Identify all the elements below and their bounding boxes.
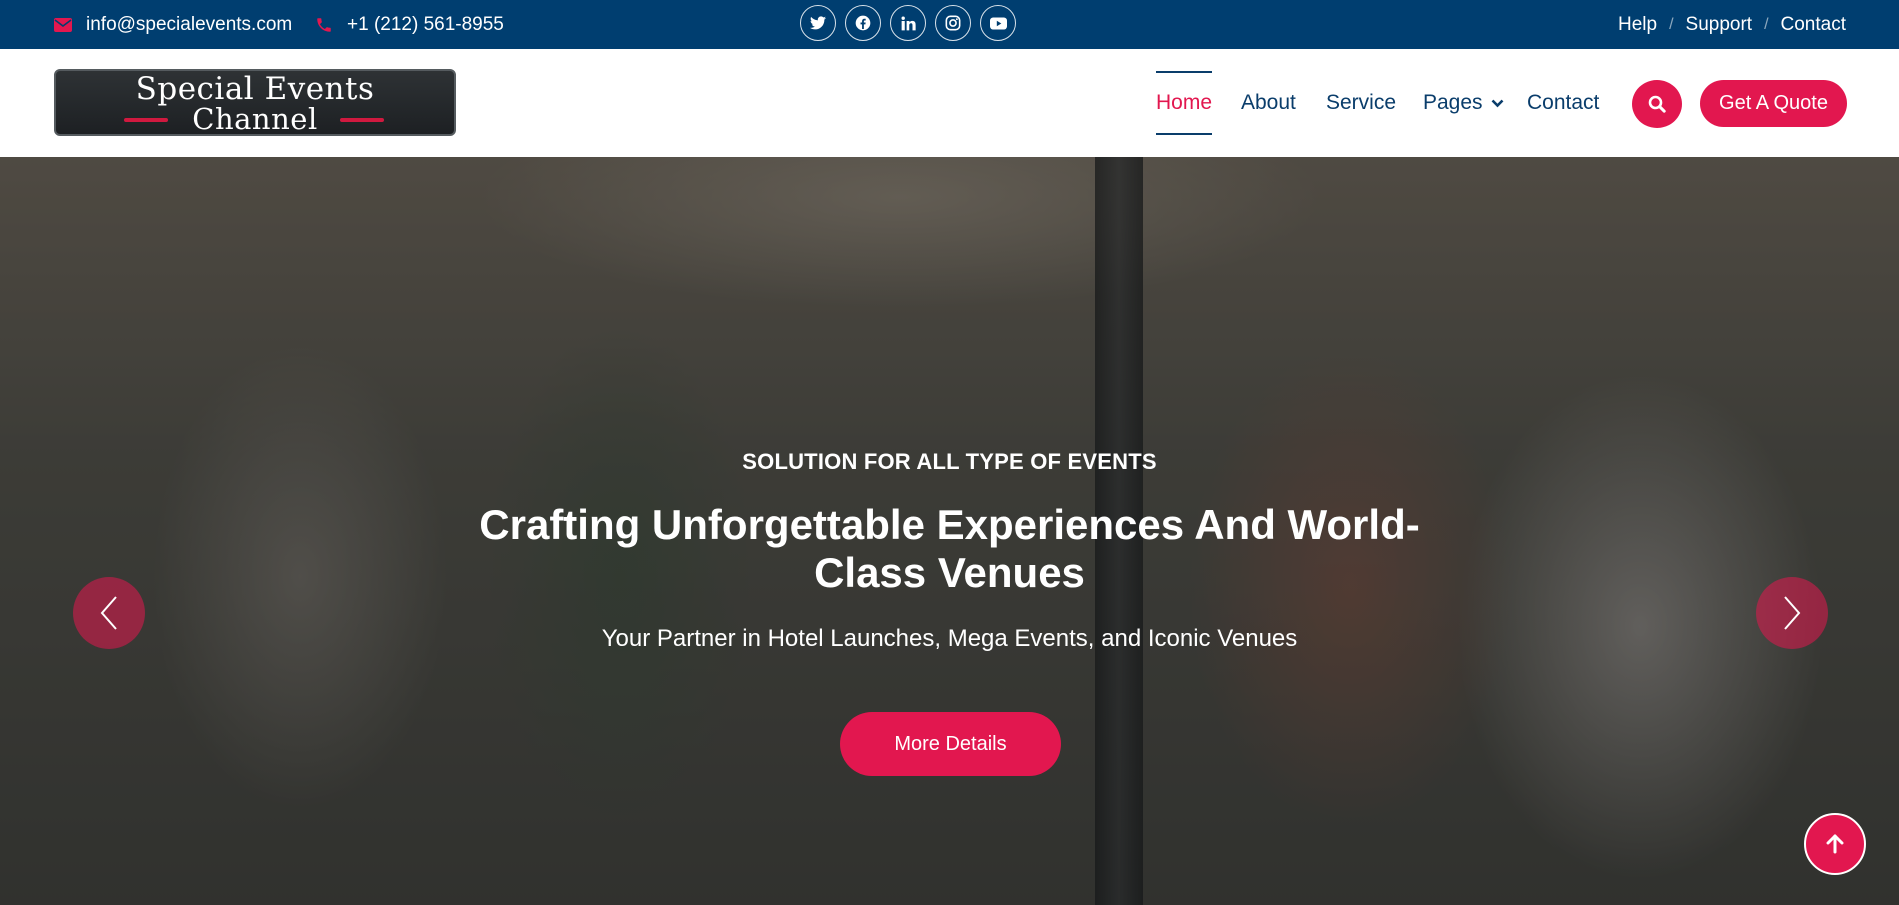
twitter-link[interactable] [800,5,836,41]
nav-service[interactable]: Service [1326,49,1396,157]
phone-text: +1 (212) 561-8955 [347,13,504,35]
social-links [800,5,1016,41]
separator: / [1669,15,1674,33]
carousel-prev-button[interactable] [73,577,145,649]
logo-line-1: Special Events [135,71,375,107]
nav-pages[interactable]: Pages [1423,49,1504,157]
phone-link[interactable]: +1 (212) 561-8955 [315,0,504,49]
chevron-right-icon [1784,596,1801,630]
carousel-next-button[interactable] [1756,577,1828,649]
twitter-icon [810,16,826,30]
contact-link[interactable]: Contact [1781,14,1846,36]
help-link[interactable]: Help [1618,14,1657,36]
get-a-quote-button[interactable]: Get A Quote [1700,80,1847,127]
hero-eyebrow: SOLUTION FOR ALL TYPE OF EVENTS [742,449,1157,474]
nav-about[interactable]: About [1241,49,1296,157]
instagram-icon [945,15,961,31]
phone-icon [317,17,331,32]
chevron-left-icon [100,596,117,630]
site-logo[interactable]: Special Events Channel [54,69,456,136]
facebook-icon [855,15,871,31]
more-details-button[interactable]: More Details [840,712,1061,776]
youtube-link[interactable] [980,5,1016,41]
hero-subtitle: Your Partner in Hotel Launches, Mega Eve… [601,625,1298,652]
email-text: info@specialevents.com [86,13,293,35]
hero-carousel: SOLUTION FOR ALL TYPE OF EVENTS Crafting… [0,157,1899,905]
nav-contact[interactable]: Contact [1527,49,1599,157]
facebook-link[interactable] [845,5,881,41]
search-button[interactable] [1632,80,1682,128]
chevron-down-icon [1491,99,1504,108]
envelope-icon [54,17,72,32]
top-bar: info@specialevents.com +1 (212) 561-8955… [0,0,1899,49]
logo-line-2: Channel [192,102,318,136]
youtube-icon [989,16,1007,30]
instagram-link[interactable] [935,5,971,41]
arrow-up-icon [1826,834,1844,854]
linkedin-icon [901,16,916,30]
nav-pages-label: Pages [1423,91,1483,114]
email-link[interactable]: info@specialevents.com [54,0,292,49]
support-link[interactable]: Support [1686,14,1753,36]
nav-home[interactable]: Home [1156,49,1213,157]
site-header: Special Events Channel Home About Servic… [0,49,1899,157]
back-to-top-button[interactable] [1804,813,1866,875]
top-links: Help / Support / Contact [1618,0,1846,49]
search-icon [1648,95,1666,113]
separator: / [1764,15,1769,33]
linkedin-link[interactable] [890,5,926,41]
hero-title: Crafting Unforgettable Experiences And W… [479,501,1420,596]
